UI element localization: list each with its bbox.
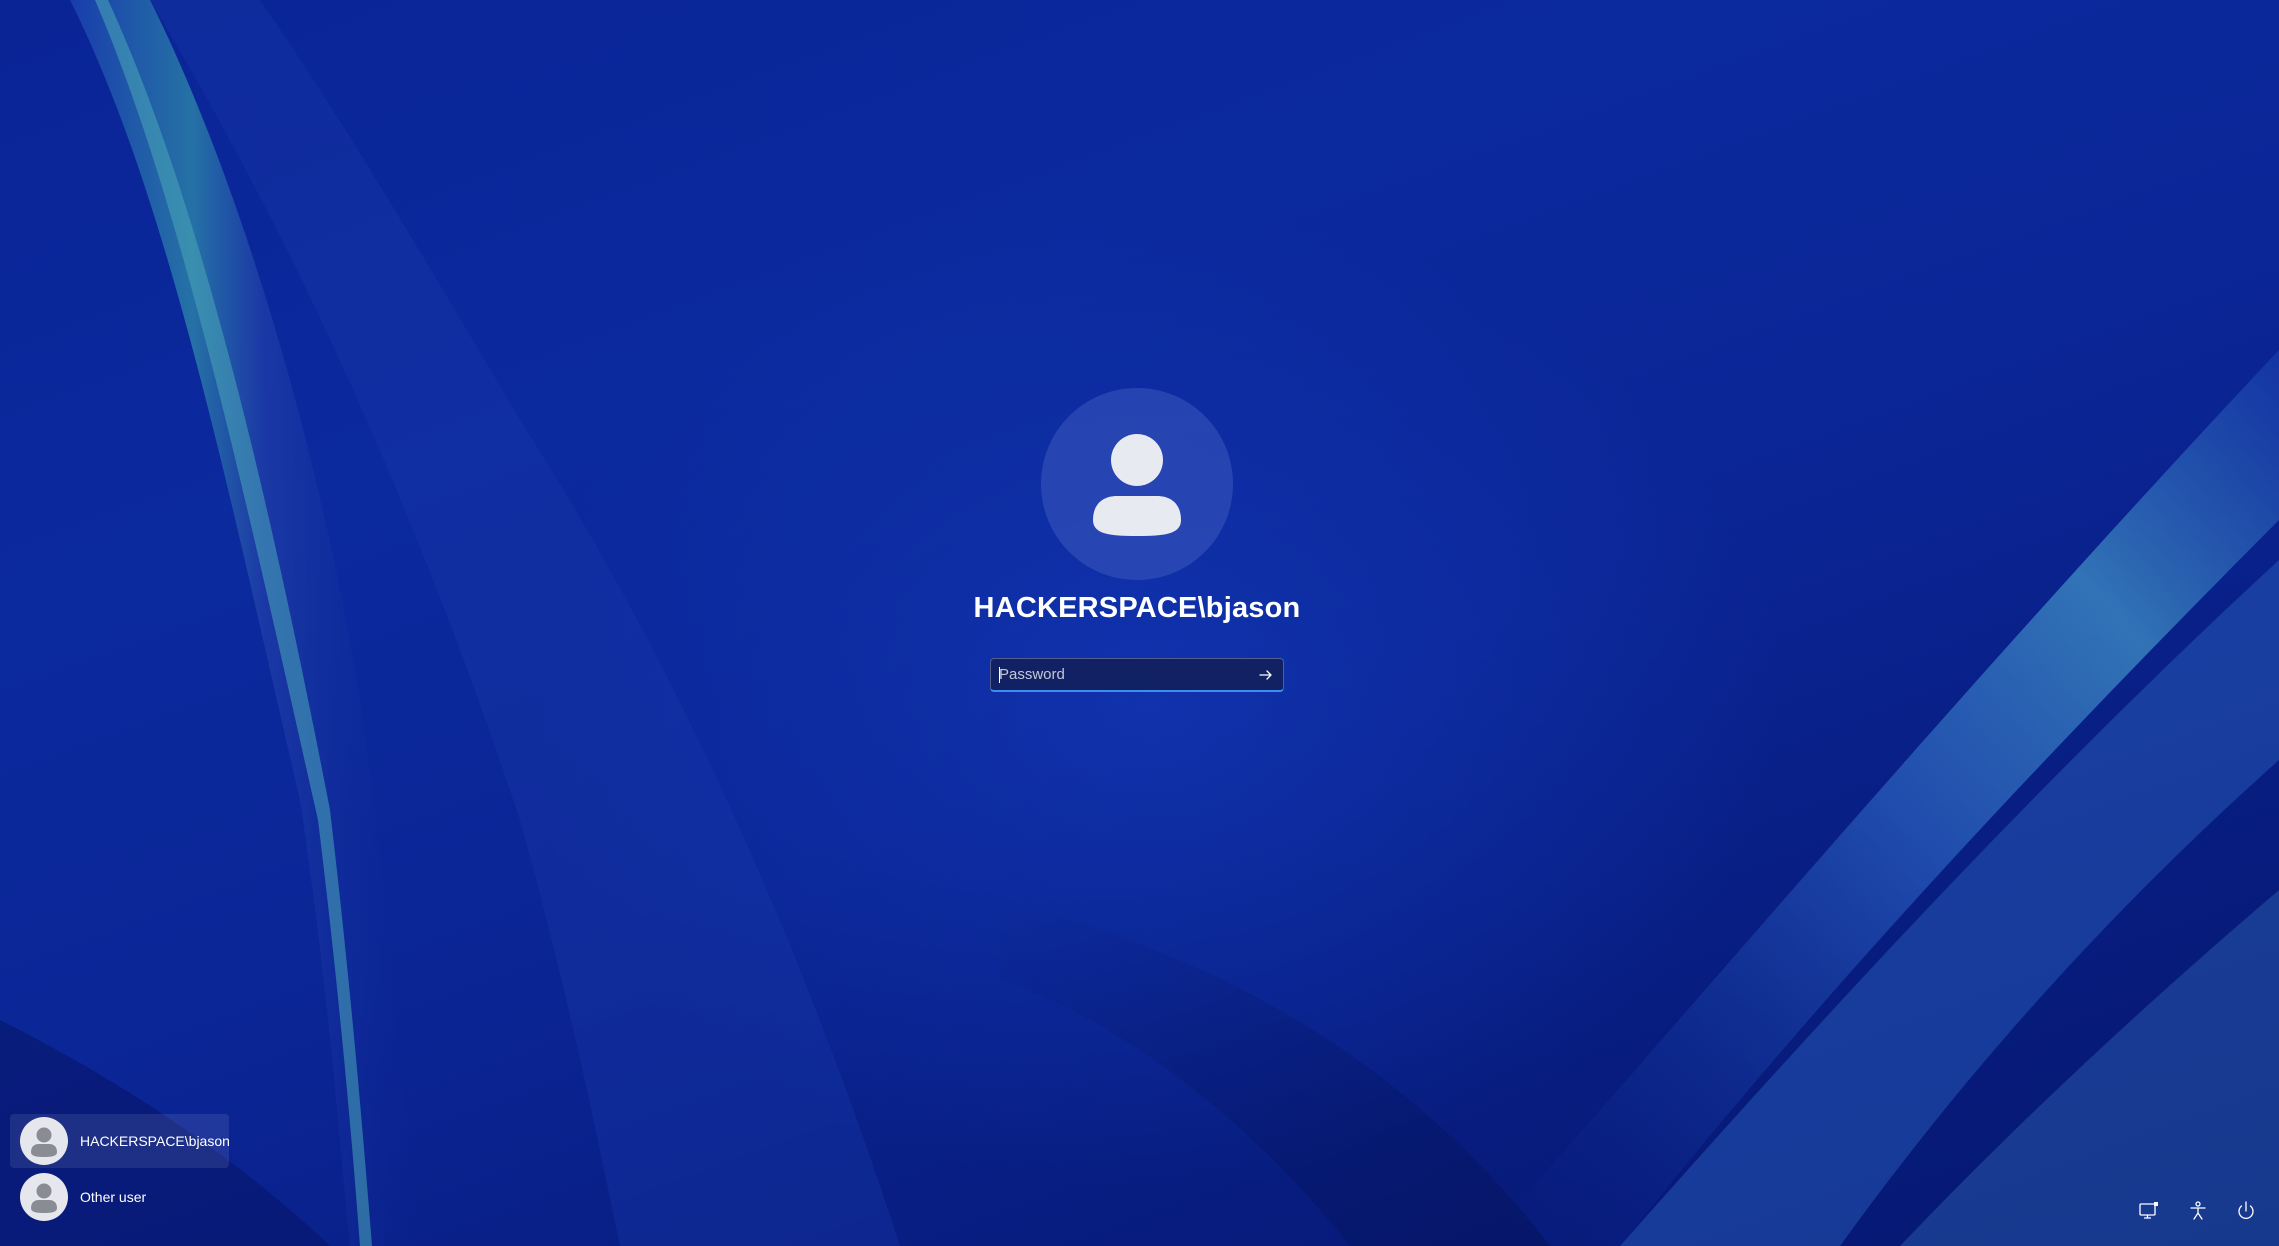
text-caret bbox=[999, 667, 1000, 683]
person-icon bbox=[1093, 434, 1181, 536]
power-icon bbox=[2238, 1201, 2254, 1220]
person-icon bbox=[31, 1127, 57, 1157]
accessibility-button[interactable] bbox=[2186, 1199, 2210, 1223]
network-icon bbox=[2139, 1202, 2158, 1219]
account-avatar bbox=[1041, 388, 1233, 580]
power-button[interactable] bbox=[2234, 1199, 2258, 1223]
arrow-right-icon bbox=[1259, 670, 1272, 680]
password-field-container bbox=[990, 658, 1284, 692]
avatar bbox=[20, 1117, 68, 1165]
accessibility-icon bbox=[2190, 1201, 2206, 1220]
submit-button[interactable] bbox=[1253, 662, 1279, 688]
user-item-label: Other user bbox=[80, 1189, 147, 1205]
lock-screen: HACKERSPACE\bjason HACKERSPACE\bjason Ot… bbox=[0, 0, 2279, 1246]
user-item-other-user[interactable]: Other user bbox=[10, 1170, 229, 1224]
network-button[interactable] bbox=[2137, 1199, 2161, 1223]
avatar bbox=[20, 1173, 68, 1221]
account-name: HACKERSPACE\bjason bbox=[973, 592, 1301, 624]
password-input[interactable] bbox=[999, 659, 1239, 690]
user-item-label: HACKERSPACE\bjason bbox=[80, 1133, 230, 1149]
user-item-bjason[interactable]: HACKERSPACE\bjason bbox=[10, 1114, 230, 1168]
person-icon bbox=[31, 1183, 57, 1213]
